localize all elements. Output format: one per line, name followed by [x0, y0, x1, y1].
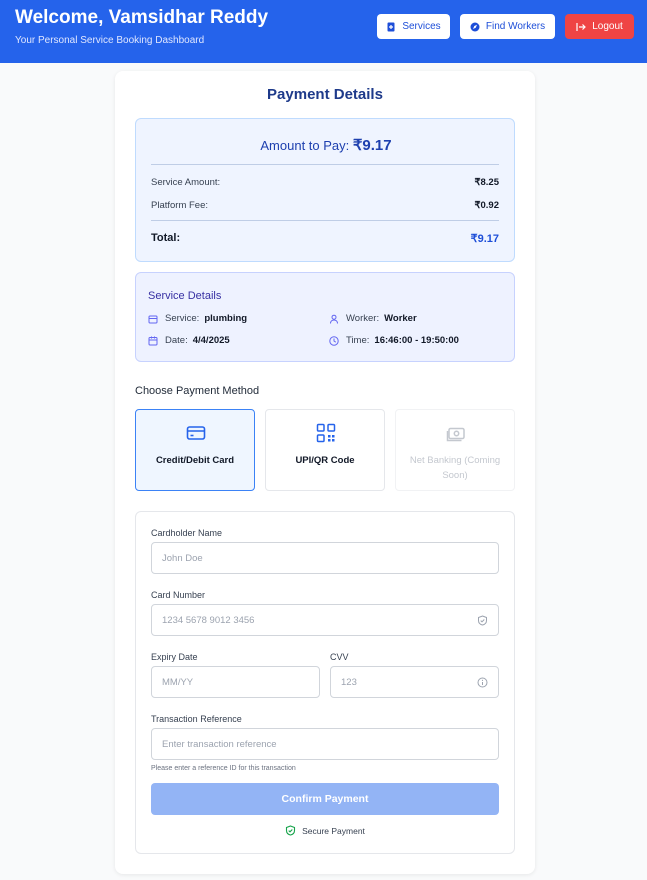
cardholder-name-input[interactable]: John Doe	[151, 542, 499, 574]
transaction-reference-help: Please enter a reference ID for this tra…	[151, 765, 296, 772]
cvv-input[interactable]: 123	[330, 666, 499, 698]
method-upi-option[interactable]: UPI/QR Code	[265, 409, 385, 491]
service-details-title: Service Details	[148, 290, 222, 302]
service-amount-label: Service Amount:	[151, 177, 221, 188]
qr-code-icon	[316, 423, 336, 443]
service-label: Service:	[165, 313, 200, 324]
method-netbanking-label: Net Banking (Coming Soon)	[409, 455, 501, 481]
expiry-date-placeholder: MM/YY	[162, 676, 194, 688]
credit-card-icon	[186, 426, 206, 440]
total-label: Total:	[151, 232, 181, 244]
shield-icon	[478, 615, 487, 626]
cardholder-name-placeholder: John Doe	[162, 552, 203, 564]
welcome-title: Welcome, Vamsidhar Reddy	[15, 7, 269, 28]
secure-payment-label: Secure Payment	[302, 825, 365, 836]
method-upi-label: UPI/QR Code	[295, 455, 355, 466]
date-label: Date:	[165, 335, 188, 346]
divider	[151, 164, 499, 165]
dashboard-subtitle: Your Personal Service Booking Dashboard	[15, 35, 205, 46]
confirm-payment-button[interactable]: Confirm Payment	[151, 783, 499, 815]
clock-icon	[329, 335, 339, 346]
package-icon	[148, 315, 158, 323]
amount-summary: Amount to Pay: ₹9.17 Service Amount: ₹8.…	[135, 118, 515, 262]
platform-fee-value: ₹0.92	[474, 200, 499, 211]
transaction-reference-input[interactable]: Enter transaction reference	[151, 728, 499, 760]
secure-payment-note: Secure Payment	[136, 825, 514, 836]
service-row: Service: plumbing	[148, 313, 247, 324]
logout-button[interactable]: Logout	[565, 14, 634, 39]
card-payment-form: Cardholder Name John Doe Card Number 123…	[135, 511, 515, 854]
top-header: Welcome, Vamsidhar Reddy Your Personal S…	[0, 0, 647, 63]
transaction-reference-placeholder: Enter transaction reference	[162, 738, 277, 750]
time-label: Time:	[346, 335, 370, 346]
transaction-reference-label: Transaction Reference	[151, 714, 242, 724]
user-icon	[330, 314, 338, 324]
cvv-label: CVV	[330, 652, 349, 662]
worker-value: Worker	[384, 313, 417, 324]
date-row: Date: 4/4/2025	[148, 335, 230, 346]
method-card-label: Credit/Debit Card	[155, 455, 235, 466]
time-value: 16:46:00 - 19:50:00	[374, 335, 459, 346]
shield-check-icon	[286, 825, 296, 836]
calendar-icon	[148, 336, 158, 345]
amount-value: ₹9.17	[352, 137, 392, 154]
card-number-input[interactable]: 1234 5678 9012 3456	[151, 604, 499, 636]
card-number-label: Card Number	[151, 590, 206, 600]
method-card-option[interactable]: Credit/Debit Card	[135, 409, 255, 491]
payment-method-title: Choose Payment Method	[135, 385, 260, 397]
service-value: plumbing	[204, 313, 248, 324]
find-workers-button[interactable]: Find Workers	[460, 14, 555, 39]
method-netbanking-option: Net Banking (Coming Soon)	[395, 409, 515, 491]
platform-fee-label: Platform Fee:	[151, 200, 209, 211]
info-icon	[477, 677, 488, 688]
compass-icon	[470, 22, 480, 31]
document-plus-icon	[387, 22, 395, 31]
service-details-box: Service Details Service: plumbing Worker:…	[135, 272, 515, 362]
logout-button-label: Logout	[592, 21, 623, 32]
cvv-placeholder: 123	[341, 676, 357, 688]
cardholder-name-label: Cardholder Name	[151, 528, 223, 538]
expiry-date-input[interactable]: MM/YY	[151, 666, 320, 698]
services-button[interactable]: Services	[377, 14, 450, 39]
total-value: ₹9.17	[470, 233, 499, 245]
payment-details-title: Payment Details	[267, 86, 383, 103]
services-button-label: Services	[402, 21, 441, 32]
time-row: Time: 16:46:00 - 19:50:00	[329, 335, 459, 346]
divider	[151, 220, 499, 221]
worker-row: Worker: Worker	[329, 313, 417, 324]
date-value: 4/4/2025	[192, 335, 230, 346]
banknote-icon	[446, 427, 465, 442]
find-workers-button-label: Find Workers	[485, 21, 546, 32]
worker-label: Worker:	[346, 313, 380, 324]
expiry-date-label: Expiry Date	[151, 652, 198, 662]
amount-prefix: Amount to Pay:	[260, 138, 353, 153]
card-number-placeholder: 1234 5678 9012 3456	[162, 614, 255, 626]
amount-to-pay: Amount to Pay: ₹9.17	[136, 136, 516, 154]
logout-icon	[576, 22, 587, 31]
payment-card: Payment Details Amount to Pay: ₹9.17 Ser…	[115, 71, 535, 874]
service-amount-value: ₹8.25	[474, 177, 499, 188]
